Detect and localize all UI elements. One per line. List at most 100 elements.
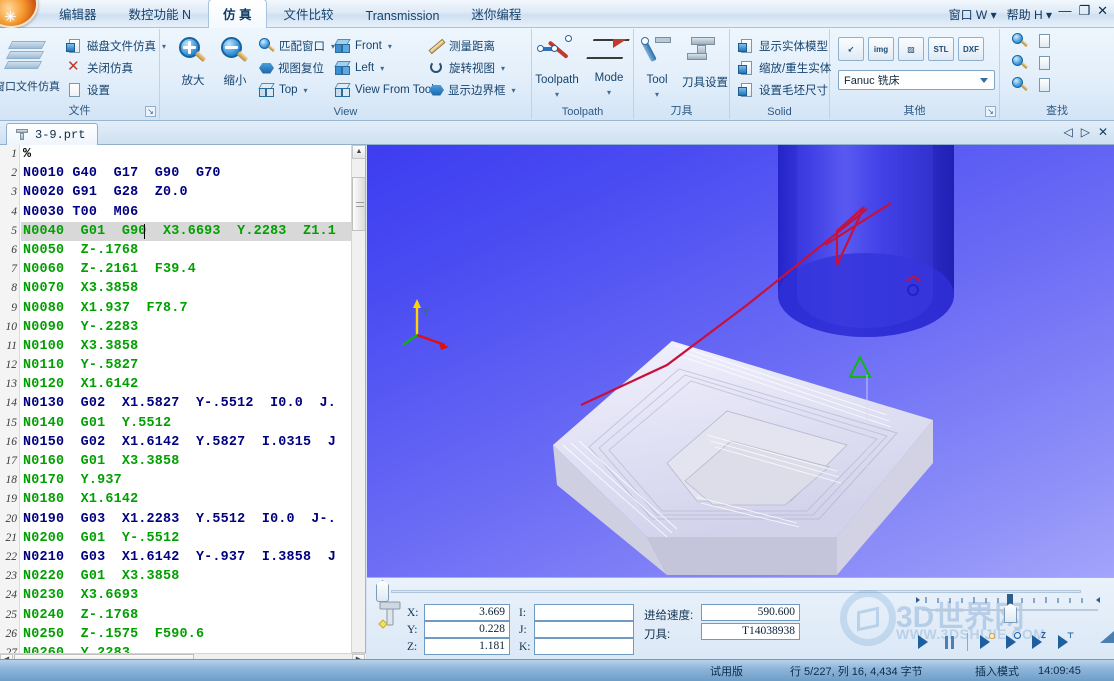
code-line[interactable]: 24 N0230 X3.6693	[6, 586, 351, 605]
code-line[interactable]: 5 N0040 G01 G90 X3.6693 Y.2283 Z1.1	[11, 221, 351, 241]
find-next-button[interactable]	[1012, 55, 1053, 74]
export-arrow-icon[interactable]: ↙	[838, 37, 864, 61]
code-line[interactable]: 4 N0030 T00 M06	[11, 203, 351, 222]
step-single-button[interactable]	[977, 632, 995, 651]
ribbon-tab-nc-function[interactable]: 数控功能 N	[114, 0, 207, 28]
fit-window-button[interactable]: 匹配窗口 ▾	[256, 35, 338, 57]
menu-help[interactable]: 帮助 H ▾	[1007, 6, 1052, 23]
code-line[interactable]: 15 N0140 G01 Y.5512	[6, 414, 351, 433]
maximize-icon[interactable]: ❐	[1078, 4, 1090, 18]
disk-file-sim-button[interactable]: 磁盘文件仿真 ▾	[64, 35, 169, 57]
x-coordinate-field[interactable]: 3.669	[424, 604, 510, 621]
close-tab-icon[interactable]: ✕	[1098, 125, 1108, 139]
y-coordinate-field[interactable]: 0.228	[424, 621, 510, 638]
z-coordinate-field[interactable]: 1.181	[424, 638, 510, 655]
code-line[interactable]: 3 N0020 G91 G28 Z0.0	[11, 183, 351, 202]
code-line[interactable]: 18 N0170 Y.937	[6, 471, 351, 490]
ribbon-tab-simulation[interactable]: 仿 真	[208, 0, 267, 28]
close-icon[interactable]: ✕	[1097, 4, 1108, 18]
menu-window[interactable]: 窗口 W ▾	[949, 6, 997, 23]
document-tab-3-9-prt[interactable]: 3-9.prt	[6, 123, 99, 145]
code-line[interactable]: 14 N0130 G02 X1.5827 Y-.5512 I0.0 J.	[6, 394, 351, 413]
i-coordinate-field[interactable]	[534, 604, 634, 621]
other-dialog-launcher[interactable]: ↘	[985, 106, 996, 117]
code-line[interactable]: 1%	[11, 145, 351, 164]
code-text-area[interactable]: 1% 2 N0010 G40 G17 G90 G70 3 N0020 G91 G28 Z…	[6, 145, 351, 666]
step-zoom-button[interactable]	[1003, 631, 1021, 651]
regen-solid-button[interactable]: 缩放/重生实体	[736, 57, 834, 79]
step-z-button[interactable]: Z	[1029, 631, 1046, 651]
file-dialog-launcher[interactable]: ↘	[145, 106, 156, 117]
feedrate-field[interactable]: 590.600	[701, 604, 800, 621]
tool-settings-button[interactable]: 刀具设置	[678, 33, 732, 99]
code-line[interactable]: 9 N0080 X1.937 F78.7	[11, 299, 351, 318]
find-next-icon	[1012, 55, 1029, 71]
j-coordinate-field[interactable]	[534, 621, 634, 638]
code-line[interactable]: 17 N0160 G01 X3.3858	[6, 452, 351, 471]
close-sim-button[interactable]: ✕ 关闭仿真	[64, 57, 136, 79]
left-view-button[interactable]: Left ▾	[332, 57, 387, 79]
gcode-editor[interactable]: 1% 2 N0010 G40 G17 G90 G70 3 N0020 G91 G28 Z…	[0, 145, 366, 666]
code-line[interactable]: 20 N0190 G03 X1.2283 Y.5512 I0.0 J-.	[6, 510, 351, 529]
code-line[interactable]: 11 N0100 X3.3858	[6, 337, 351, 356]
code-line-text: N0040 G01 G90 X3.6693 Y.2283 Z1.1	[23, 223, 336, 239]
tool-button[interactable]: Tool ▾	[632, 33, 682, 99]
code-line[interactable]: 26 N0250 Z-.1575 F590.6	[6, 625, 351, 644]
ribbon-tab-file-compare[interactable]: 文件比较	[269, 0, 349, 28]
machine-select[interactable]: Fanuc 铣床	[838, 70, 995, 90]
simulation-3d-view[interactable]: Y	[367, 145, 1114, 577]
code-line[interactable]: 13 N0120 X1.6142	[6, 375, 351, 394]
window-file-sim-button[interactable]: 窗口文件仿真	[0, 37, 60, 103]
code-line[interactable]: 6 N0050 Z-.1768	[11, 241, 351, 260]
step-tool-button[interactable]: ⊤	[1055, 631, 1074, 651]
k-coordinate-field[interactable]	[534, 638, 634, 655]
app-logo-orb[interactable]: ✳	[0, 0, 38, 28]
simulation-position-slider-thumb[interactable]	[376, 580, 389, 602]
ribbon-tab-mini-program[interactable]: 迷你编程	[456, 0, 536, 28]
settings-button[interactable]: 设置	[64, 79, 113, 101]
rotate-view-button[interactable]: 旋转视图 ▾	[426, 57, 508, 79]
next-tab-icon[interactable]: ▷	[1081, 125, 1090, 139]
measure-distance-button[interactable]: 测量距离	[426, 35, 498, 57]
ribbon-tab-editor[interactable]: 编辑器	[44, 0, 112, 28]
code-line[interactable]: 16 N0150 G02 X1.6142 Y.5827 I.0315 J	[6, 433, 351, 452]
export-dxf-icon[interactable]: DXF	[958, 37, 984, 61]
show-solid-button[interactable]: 显示实体模型	[736, 35, 831, 57]
play-button[interactable]	[915, 634, 932, 651]
export-image-icon[interactable]: img	[868, 37, 894, 61]
code-line[interactable]: 12 N0110 Y-.5827	[6, 356, 351, 375]
code-line[interactable]: 10 N0090 Y-.2283	[6, 318, 351, 337]
simulation-position-slider-track[interactable]	[391, 590, 1081, 593]
toolpath-button[interactable]: Toolpath ▾	[530, 33, 584, 99]
minimize-icon[interactable]: —	[1058, 4, 1071, 18]
pause-button[interactable]	[941, 634, 958, 651]
find-prev-button[interactable]	[1012, 77, 1053, 96]
front-view-button[interactable]: Front ▾	[332, 35, 395, 57]
code-line[interactable]: 25 N0240 Z-.1768	[6, 606, 351, 625]
find-button[interactable]	[1012, 33, 1053, 52]
code-line[interactable]: 8 N0070 X3.3858	[11, 279, 351, 298]
vertical-scroll-thumb[interactable]	[352, 177, 365, 231]
stock-size-button[interactable]: 设置毛坯尺寸	[736, 79, 831, 101]
line-number: 22	[5, 550, 18, 563]
export-clip-icon[interactable]: ▨	[898, 37, 924, 61]
reset-view-button[interactable]: 视图复位	[256, 57, 327, 79]
tool-field[interactable]: T14038938	[701, 623, 800, 640]
code-line[interactable]: 2 N0010 G40 G17 G90 G70	[11, 164, 351, 183]
ribbon-tab-transmission[interactable]: Transmission	[351, 4, 455, 28]
show-bounding-box-button[interactable]: 显示边界框 ▾	[426, 79, 519, 101]
playback-speed-slider[interactable]	[916, 594, 1106, 623]
code-line[interactable]: 23 N0220 G01 X3.3858	[6, 567, 351, 586]
top-view-button[interactable]: Top ▾	[256, 79, 311, 101]
code-line[interactable]: 7 N0060 Z-.2161 F39.4	[11, 260, 351, 279]
editor-vertical-scrollbar[interactable]: ▲ ▼	[351, 145, 365, 666]
code-line[interactable]: 22 N0210 G03 X1.6142 Y-.937 I.3858 J	[6, 548, 351, 567]
export-stl-icon[interactable]: STL	[928, 37, 954, 61]
mode-button[interactable]: Mode ▾	[582, 33, 636, 99]
resize-grip-icon[interactable]	[1100, 631, 1114, 643]
scroll-up-arrow-icon[interactable]: ▲	[352, 145, 365, 159]
code-line[interactable]: 21 N0200 G01 Y-.5512	[6, 529, 351, 548]
code-line[interactable]: 19 N0180 X1.6142	[6, 490, 351, 509]
prev-tab-icon[interactable]: ◁	[1063, 125, 1072, 139]
view-from-tool-button[interactable]: View From Tool	[332, 79, 437, 101]
